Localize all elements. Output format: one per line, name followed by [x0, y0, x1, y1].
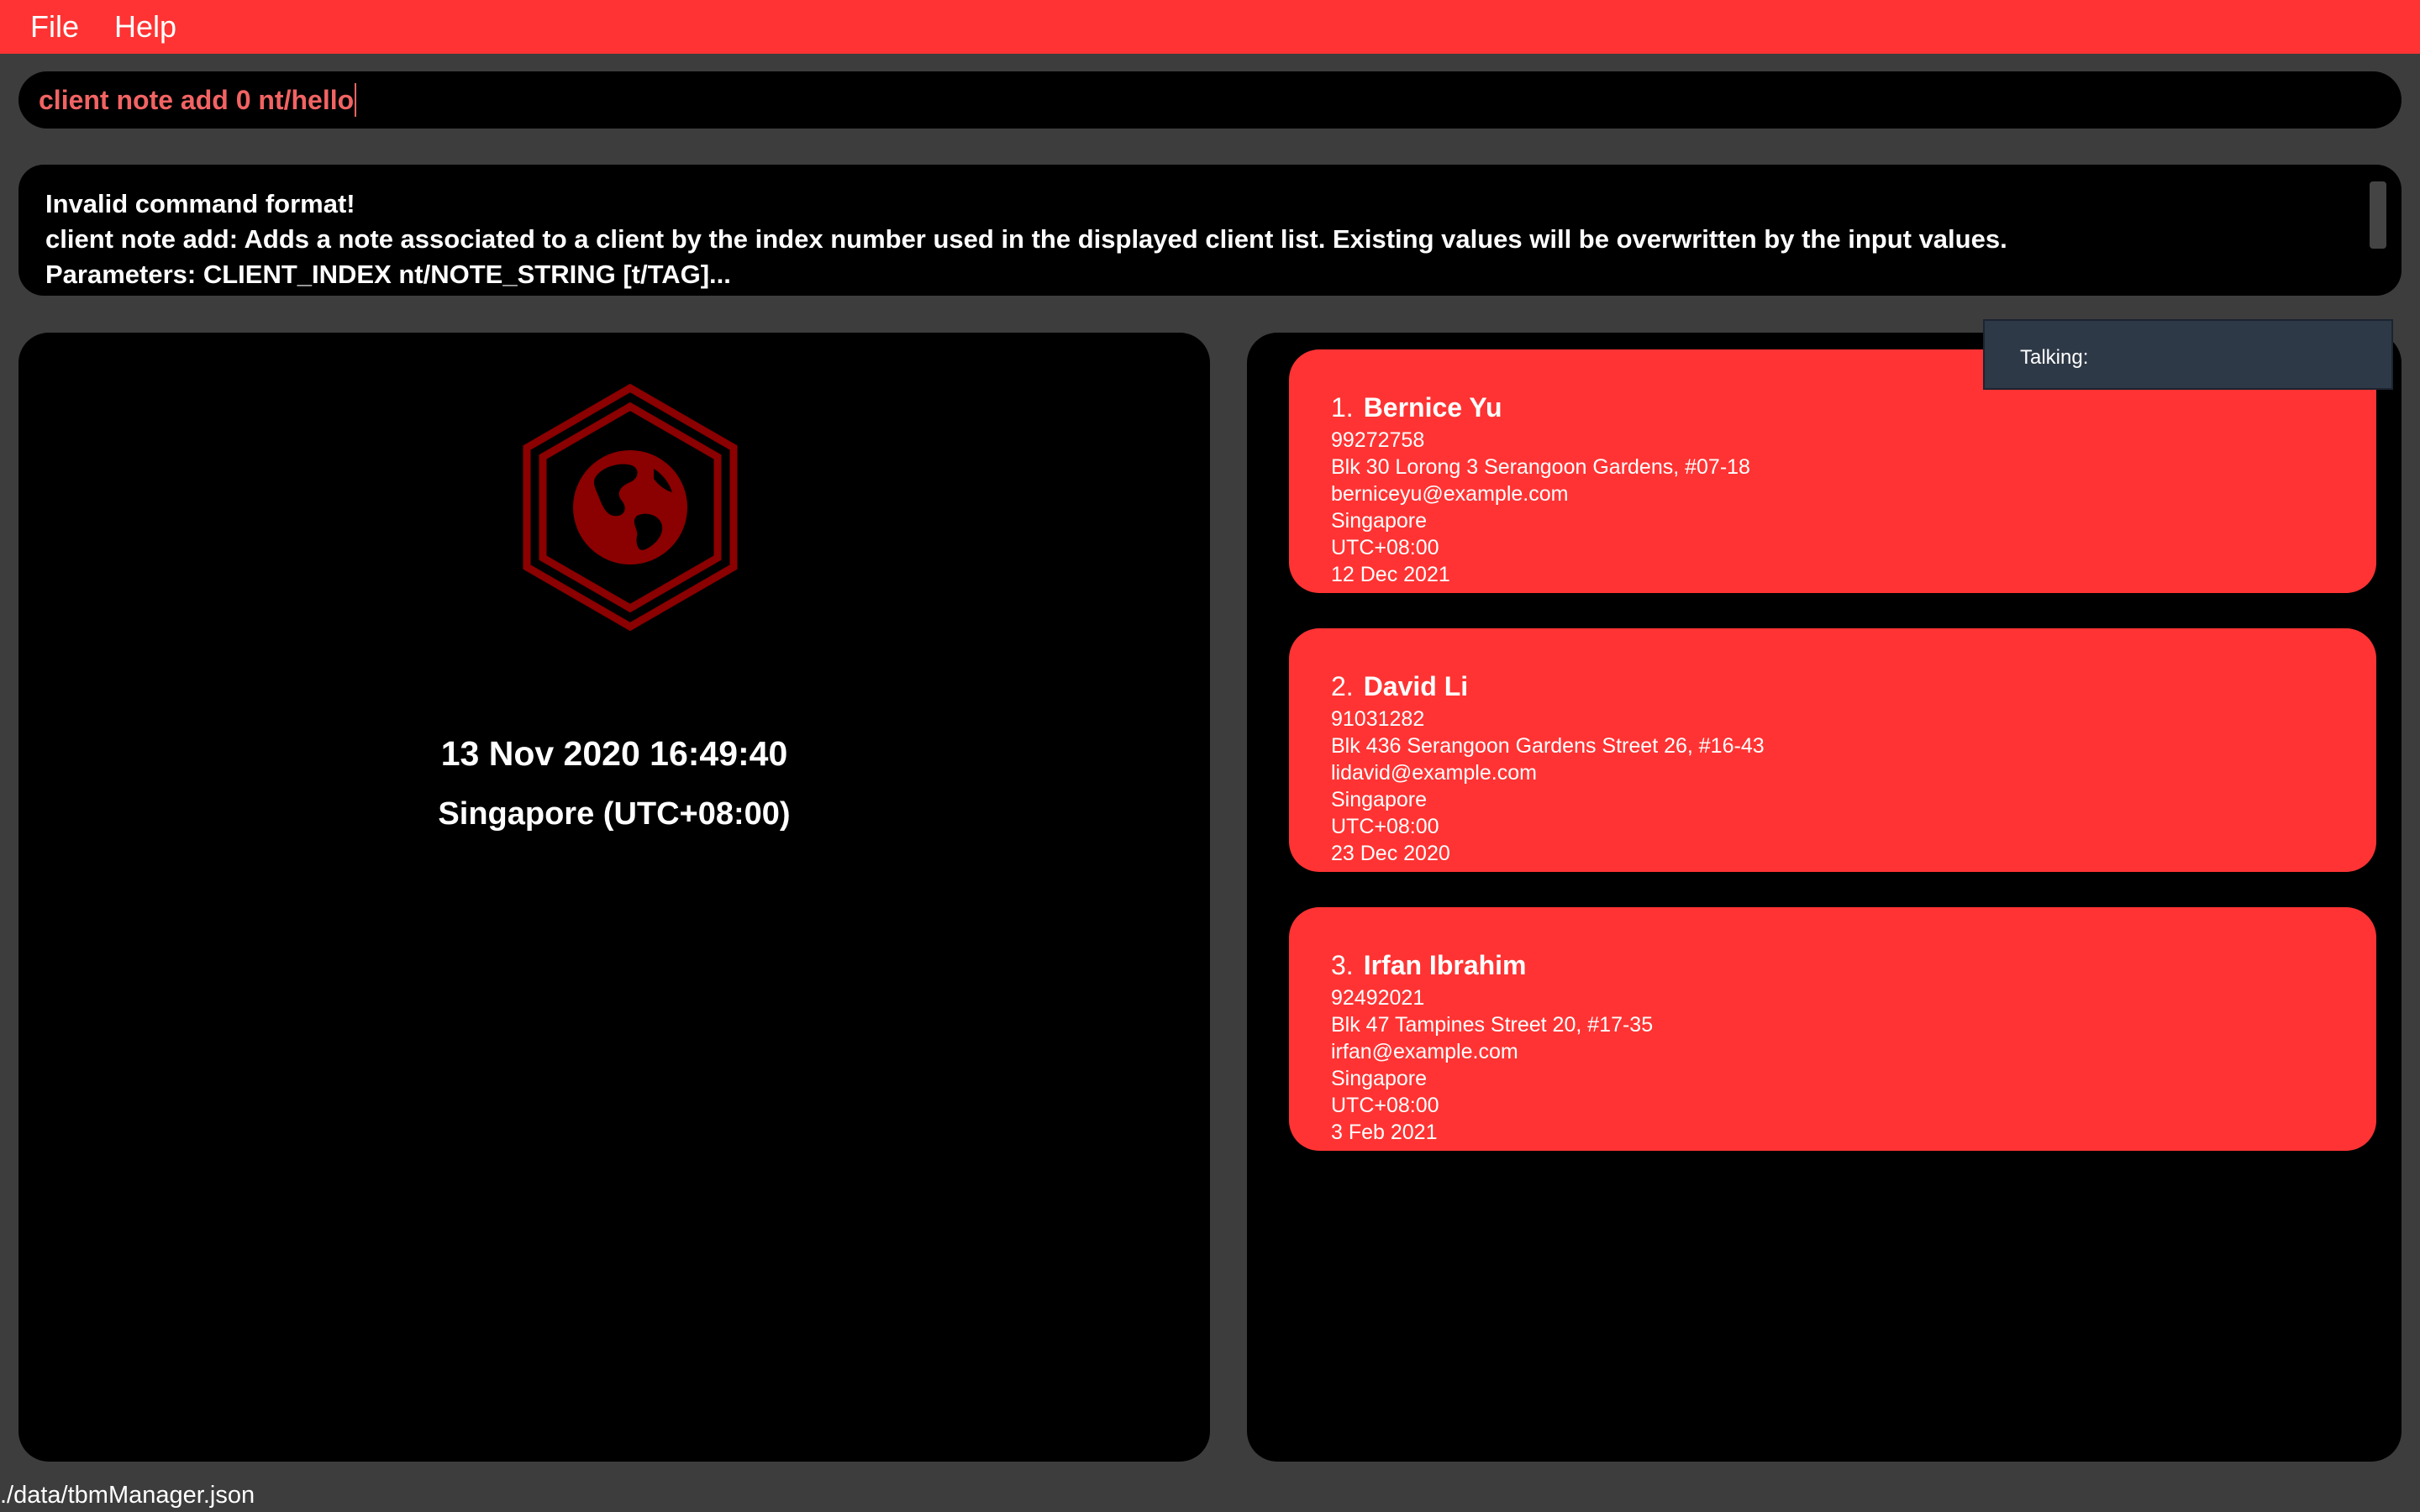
- client-email: berniceyu@example.com: [1331, 482, 1569, 506]
- client-country: Singapore: [1331, 509, 1427, 533]
- client-index: 2.: [1331, 671, 1354, 701]
- client-email: lidavid@example.com: [1331, 761, 1537, 785]
- client-header: 2. David Li: [1331, 672, 2376, 701]
- client-country: Singapore: [1331, 1067, 1427, 1090]
- menu-help[interactable]: Help: [114, 0, 176, 54]
- result-line-parameters: Parameters: CLIENT_INDEX nt/NOTE_STRING …: [45, 260, 731, 289]
- client-name: Irfan Ibrahim: [1363, 950, 1527, 980]
- client-timezone: UTC+08:00: [1331, 536, 1439, 559]
- tooltip-label: Talking:: [2020, 346, 2089, 369]
- client-phone: 91031282: [1331, 707, 1425, 731]
- client-address: Blk 436 Serangoon Gardens Street 26, #16…: [1331, 734, 1765, 758]
- command-input[interactable]: client note add 0 nt/hello: [18, 71, 2402, 129]
- client-country: Singapore: [1331, 788, 1427, 811]
- client-timezone: UTC+08:00: [1331, 1094, 1439, 1117]
- clock-panel: 13 Nov 2020 16:49:40 Singapore (UTC+08:0…: [18, 333, 1210, 1462]
- result-line-usage: client note add: Adds a note associated …: [45, 224, 2007, 254]
- client-phone: 92492021: [1331, 986, 1425, 1010]
- status-bar-file-path: ./data/tbmManager.json: [0, 1482, 255, 1509]
- result-scrollbar[interactable]: [2370, 181, 2386, 249]
- command-input-text[interactable]: client note add 0 nt/hello: [39, 85, 354, 116]
- globe-hexagon-icon: [523, 383, 738, 632]
- client-header: 3. Irfan Ibrahim: [1331, 951, 2376, 979]
- current-timezone: Singapore (UTC+08:00): [438, 796, 791, 832]
- talking-tooltip: Talking:: [1983, 319, 2393, 390]
- client-timezone: UTC+08:00: [1331, 815, 1439, 838]
- client-index: 1.: [1331, 392, 1354, 423]
- client-name: Bernice Yu: [1363, 392, 1502, 423]
- result-line-error: Invalid command format!: [45, 189, 355, 218]
- client-date: 23 Dec 2020: [1331, 842, 1450, 865]
- client-header: 1. Bernice Yu: [1331, 393, 2376, 422]
- menu-file[interactable]: File: [30, 0, 79, 54]
- client-card[interactable]: 3. Irfan Ibrahim 92492021 Blk 47 Tampines…: [1289, 907, 2376, 1151]
- text-caret: [355, 83, 357, 117]
- client-date: 3 Feb 2021: [1331, 1121, 1438, 1144]
- client-name: David Li: [1363, 671, 1469, 701]
- client-phone: 99272758: [1331, 428, 1425, 452]
- client-index: 3.: [1331, 950, 1354, 980]
- current-datetime: 13 Nov 2020 16:49:40: [440, 734, 788, 773]
- result-display: Invalid command format! client note add:…: [18, 165, 2402, 296]
- client-address: Blk 47 Tampines Street 20, #17-35: [1331, 1013, 1654, 1037]
- client-card[interactable]: 2. David Li 91031282 Blk 436 Serangoon Ga…: [1289, 628, 2376, 872]
- client-email: irfan@example.com: [1331, 1040, 1518, 1063]
- menu-bar: File Help: [0, 0, 2420, 54]
- client-list-panel: 1. Bernice Yu 99272758 Blk 30 Lorong 3 Se…: [1247, 333, 2402, 1462]
- client-address: Blk 30 Lorong 3 Serangoon Gardens, #07-1…: [1331, 455, 1750, 479]
- client-date: 12 Dec 2021: [1331, 563, 1450, 586]
